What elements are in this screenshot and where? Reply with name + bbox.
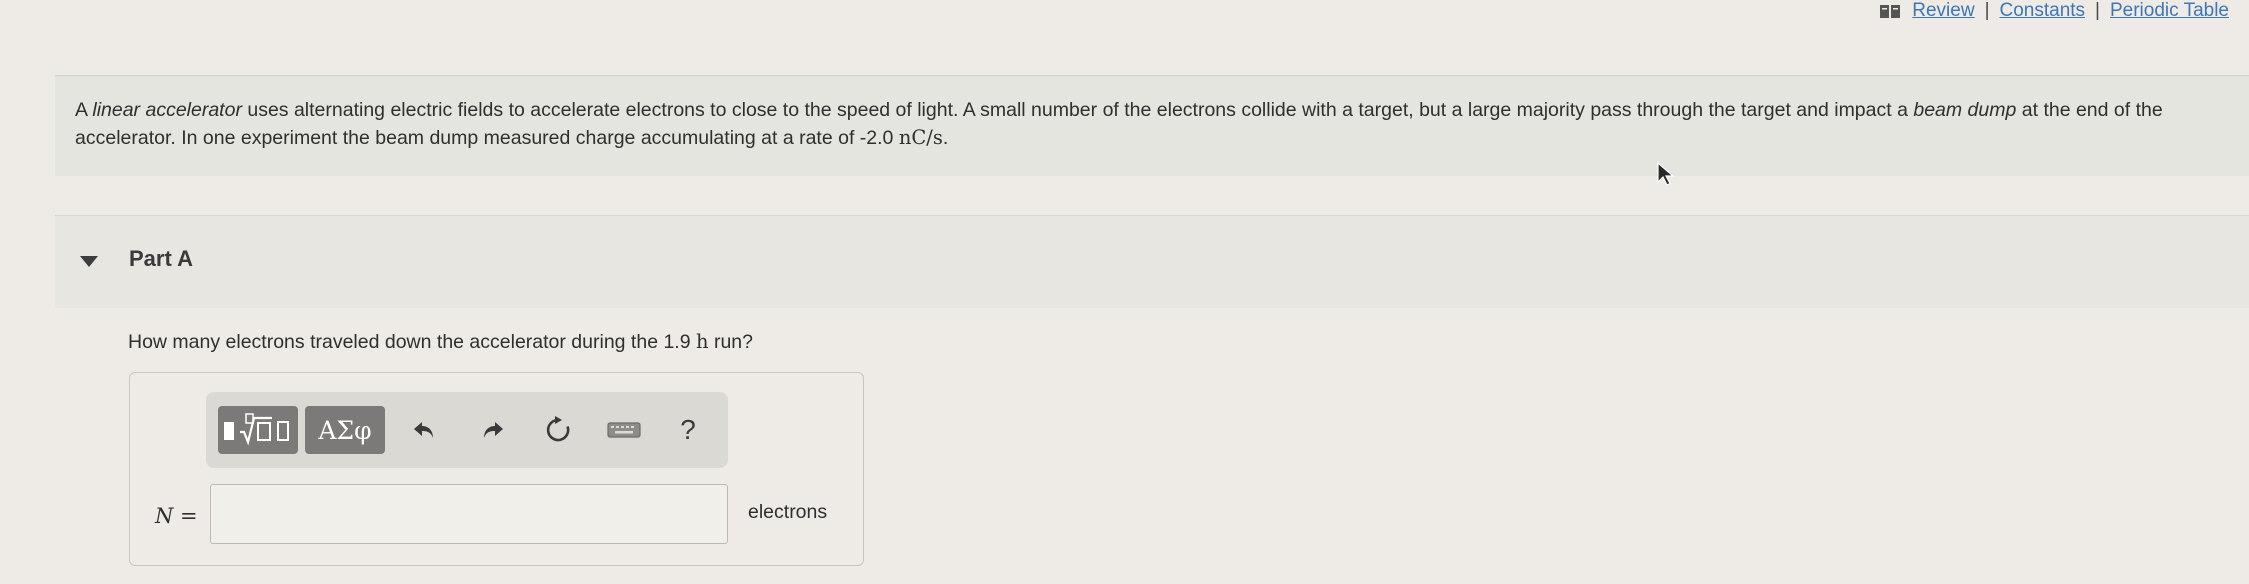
- intro-text-part: A: [75, 99, 93, 121]
- caret-down-icon[interactable]: [80, 256, 98, 267]
- redo-icon: [484, 422, 503, 438]
- undo-button[interactable]: [402, 406, 446, 454]
- answer-unit-label: electrons: [748, 501, 828, 523]
- mouse-pointer-icon: [1657, 161, 1675, 186]
- keyboard-button[interactable]: [602, 406, 646, 454]
- intro-text: A linear accelerator uses alternating el…: [75, 96, 2225, 152]
- templates-button[interactable]: [218, 406, 298, 454]
- part-a-header[interactable]: Part A: [55, 216, 2249, 308]
- question-text-part: How many electrons traveled down the acc…: [128, 331, 696, 353]
- reset-button[interactable]: [536, 406, 580, 454]
- intro-text-part: uses alternating electric fields to acce…: [241, 99, 1914, 121]
- link-separator: |: [1984, 0, 1990, 21]
- link-separator: |: [2095, 0, 2100, 21]
- intro-term-beam-dump: beam dump: [1913, 99, 2017, 121]
- answer-input[interactable]: [210, 484, 728, 544]
- variable-label: N =: [155, 504, 198, 528]
- redo-button[interactable]: [471, 406, 515, 454]
- question-time-unit: h: [695, 330, 709, 353]
- intro-text-part: .: [942, 127, 949, 149]
- greek-symbols-label: ΑΣφ: [318, 415, 372, 445]
- help-button[interactable]: ?: [666, 406, 710, 454]
- reset-icon: [546, 416, 570, 442]
- undo-icon: [414, 422, 433, 438]
- book-icon: [1880, 4, 1901, 18]
- answer-box: ΑΣφ ? N = electrons: [129, 372, 864, 566]
- constants-link[interactable]: Constants: [2000, 0, 2086, 22]
- review-link[interactable]: Review: [1912, 0, 1974, 22]
- intro-term-linear-accelerator: linear accelerator: [92, 99, 242, 121]
- part-title: Part A: [129, 246, 193, 271]
- question-text-part: run?: [708, 331, 753, 353]
- equals-sign: =: [173, 504, 198, 528]
- problem-intro: A linear accelerator uses alternating el…: [55, 75, 2249, 176]
- top-links: Review | Constants | Periodic Table: [1880, 0, 2229, 22]
- keyboard-icon: [607, 422, 641, 438]
- question-text: How many electrons traveled down the acc…: [128, 330, 753, 354]
- math-toolbar: ΑΣφ ?: [206, 392, 728, 468]
- intro-rate-unit: nC/s: [898, 126, 943, 149]
- periodic-table-link[interactable]: Periodic Table: [2110, 0, 2229, 22]
- variable-symbol: N: [155, 504, 174, 528]
- greek-symbols-button[interactable]: ΑΣφ: [305, 406, 385, 454]
- templates-icon: [224, 413, 289, 446]
